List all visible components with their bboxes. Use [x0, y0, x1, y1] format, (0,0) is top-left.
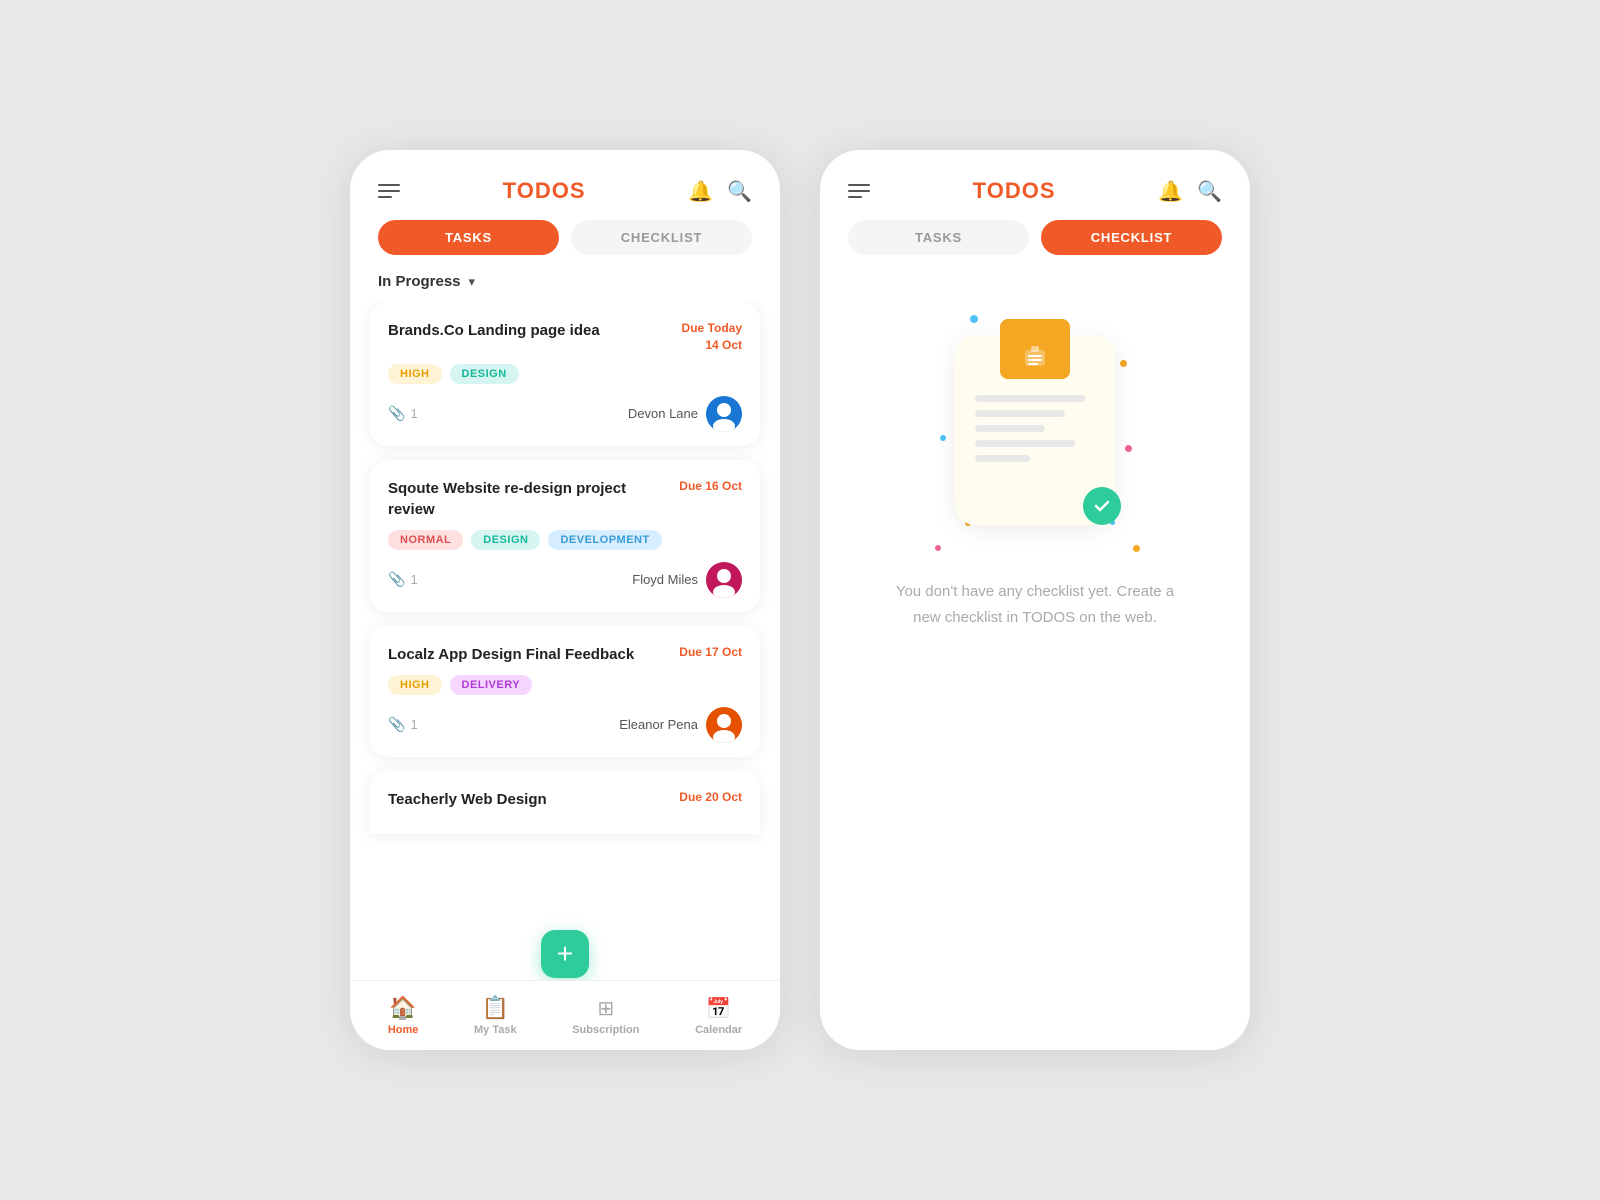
task-title-2: Sqoute Website re-design project review — [388, 478, 669, 520]
filter-label: In Progress — [378, 273, 461, 290]
right-header: TODOS 🔔 🔍 — [820, 150, 1250, 220]
user-name-3: Eleanor Pena — [619, 717, 698, 732]
tag-development-2: DEVELOPMENT — [548, 530, 661, 550]
tag-design-2: DESIGN — [471, 530, 540, 550]
check-badge — [1083, 487, 1121, 525]
right-tab-bar: TASKS CHECKLIST — [820, 220, 1250, 255]
left-phone: TODOS 🔔 🔍 TASKS CHECKLIST In Progress ▾ … — [350, 150, 780, 1050]
avatar-3 — [706, 707, 742, 743]
dot-3 — [940, 435, 946, 441]
task-card-partial[interactable]: Teacherly Web Design Due 20 Oct — [370, 771, 760, 834]
due-date-3: Due 17 Oct — [679, 644, 742, 661]
menu-icon-right[interactable] — [848, 184, 870, 198]
task-card-1-header: Brands.Co Landing page idea Due Today 14… — [388, 320, 742, 354]
left-header: TODOS 🔔 🔍 — [350, 150, 780, 220]
search-icon-right[interactable]: 🔍 — [1197, 179, 1222, 204]
paperclip-icon-1: 📎 — [388, 405, 405, 422]
subscription-icon: ⊞ — [597, 996, 614, 1021]
chevron-down-icon[interactable]: ▾ — [469, 274, 476, 290]
nav-calendar-label: Calendar — [695, 1024, 742, 1036]
dot-8 — [1133, 545, 1140, 552]
task-title-1: Brands.Co Landing page idea — [388, 320, 672, 341]
attachment-1: 📎 1 — [388, 405, 418, 422]
nav-home[interactable]: 🏠 Home — [388, 995, 419, 1036]
task-footer-1: 📎 1 Devon Lane — [388, 396, 742, 432]
checklist-empty-content: You don't have any checklist yet. Create… — [820, 265, 1250, 1050]
due-date-2: Due 16 Oct — [679, 478, 742, 495]
page-wrapper: TODOS 🔔 🔍 TASKS CHECKLIST In Progress ▾ … — [0, 0, 1600, 1200]
nav-subscription[interactable]: ⊞ Subscription — [572, 996, 639, 1036]
due-date-1: Due Today 14 Oct — [682, 320, 742, 354]
add-task-fab[interactable]: + — [541, 930, 589, 978]
line-4 — [975, 440, 1075, 447]
mytask-icon: 📋 — [482, 995, 509, 1021]
line-5 — [975, 455, 1030, 462]
tag-normal-2: NORMAL — [388, 530, 463, 550]
task-card-2-header: Sqoute Website re-design project review … — [388, 478, 742, 520]
menu-icon[interactable] — [378, 184, 400, 198]
checklist-lines — [975, 395, 1085, 462]
partial-due: Due 20 Oct — [679, 789, 742, 806]
user-info-2: Floyd Miles — [632, 562, 742, 598]
tab-tasks-left[interactable]: TASKS — [378, 220, 559, 255]
app-title-left: TODOS — [503, 178, 586, 204]
tag-row-3: HIGH DELIVERY — [388, 675, 742, 695]
line-3 — [975, 425, 1045, 432]
calendar-icon: 📅 — [706, 996, 731, 1021]
dot-4 — [1125, 445, 1132, 452]
paperclip-icon-2: 📎 — [388, 571, 405, 588]
bell-icon-left[interactable]: 🔔 — [688, 179, 713, 204]
search-icon-left[interactable]: 🔍 — [727, 179, 752, 204]
task-card-2[interactable]: Sqoute Website re-design project review … — [370, 460, 760, 612]
bottom-nav: 🏠 Home 📋 My Task ⊞ Subscription 📅 Calend… — [350, 980, 780, 1050]
app-title-right: TODOS — [973, 178, 1056, 204]
user-name-2: Floyd Miles — [632, 572, 698, 587]
tag-delivery-3: DELIVERY — [450, 675, 533, 695]
tag-row-2: NORMAL DESIGN DEVELOPMENT — [388, 530, 742, 550]
dot-7 — [935, 545, 941, 551]
dot-1 — [970, 315, 978, 323]
user-info-3: Eleanor Pena — [619, 707, 742, 743]
nav-mytask[interactable]: 📋 My Task — [474, 995, 517, 1036]
user-name-1: Devon Lane — [628, 406, 698, 421]
tag-high-1: HIGH — [388, 364, 442, 384]
empty-message: You don't have any checklist yet. Create… — [896, 579, 1174, 630]
left-tab-bar: TASKS CHECKLIST — [350, 220, 780, 255]
nav-calendar[interactable]: 📅 Calendar — [695, 996, 742, 1036]
dot-2 — [1120, 360, 1127, 367]
task-footer-2: 📎 1 Floyd Miles — [388, 562, 742, 598]
bell-icon-right[interactable]: 🔔 — [1158, 179, 1183, 204]
task-title-3: Localz App Design Final Feedback — [388, 644, 669, 665]
avatar-2 — [706, 562, 742, 598]
attachment-2: 📎 1 — [388, 571, 418, 588]
tab-checklist-left[interactable]: CHECKLIST — [571, 220, 752, 255]
nav-subscription-label: Subscription — [572, 1024, 639, 1036]
header-icons-right: 🔔 🔍 — [1158, 179, 1222, 204]
user-info-1: Devon Lane — [628, 396, 742, 432]
header-icons-left: 🔔 🔍 — [688, 179, 752, 204]
task-card-1[interactable]: Brands.Co Landing page idea Due Today 14… — [370, 302, 760, 446]
line-1 — [975, 395, 1085, 402]
tab-tasks-right[interactable]: TASKS — [848, 220, 1029, 255]
nav-mytask-label: My Task — [474, 1024, 517, 1036]
home-icon: 🏠 — [389, 995, 416, 1021]
attachment-3: 📎 1 — [388, 716, 418, 733]
line-2 — [975, 410, 1065, 417]
partial-header: Teacherly Web Design Due 20 Oct — [388, 789, 742, 810]
filter-row: In Progress ▾ — [350, 265, 780, 302]
right-phone: TODOS 🔔 🔍 TASKS CHECKLIST — [820, 150, 1250, 1050]
avatar-1 — [706, 396, 742, 432]
nav-home-label: Home — [388, 1024, 419, 1036]
tag-row-1: HIGH DESIGN — [388, 364, 742, 384]
empty-illustration — [925, 305, 1145, 555]
task-card-3-header: Localz App Design Final Feedback Due 17 … — [388, 644, 742, 665]
task-footer-3: 📎 1 Eleanor Pena — [388, 707, 742, 743]
tab-checklist-right[interactable]: CHECKLIST — [1041, 220, 1222, 255]
tag-design-1: DESIGN — [450, 364, 519, 384]
task-card-3[interactable]: Localz App Design Final Feedback Due 17 … — [370, 626, 760, 757]
partial-title: Teacherly Web Design — [388, 789, 669, 810]
tag-high-3: HIGH — [388, 675, 442, 695]
paperclip-icon-3: 📎 — [388, 716, 405, 733]
checklist-clip-icon — [1000, 333, 1070, 379]
